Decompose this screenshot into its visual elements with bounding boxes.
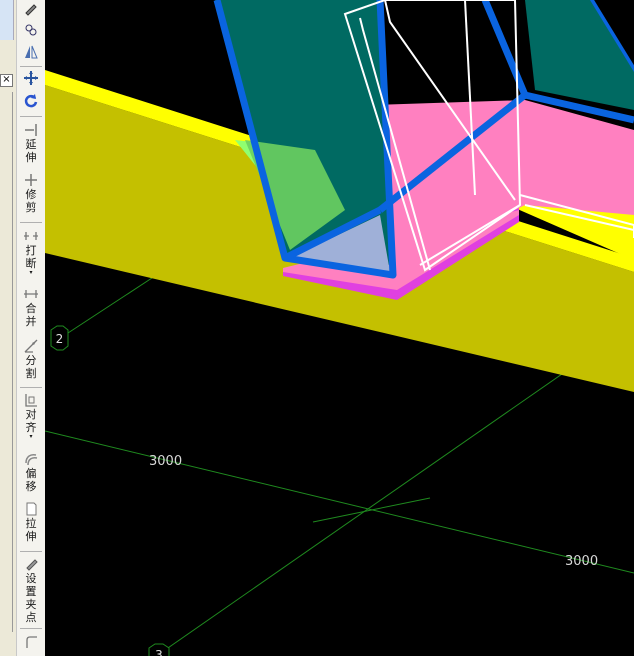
tool-label: 分割 (25, 354, 37, 380)
close-panel-button[interactable]: × (0, 74, 13, 87)
pencil-icon (25, 4, 37, 16)
tool-extend[interactable]: 延伸 (17, 122, 45, 164)
toolbar-separator (20, 66, 42, 67)
tool-label: 打断 (25, 244, 37, 270)
tool-split[interactable]: 分割 (17, 338, 45, 380)
panel-divider (12, 92, 13, 632)
axis-marker-3[interactable]: 3 (148, 643, 170, 656)
move-tool[interactable] (17, 70, 45, 86)
column-back-face (525, 0, 634, 110)
axis-marker-2[interactable]: 2 (50, 325, 69, 351)
grid-line (67, 275, 156, 334)
mirror-chain-tool[interactable] (17, 22, 45, 38)
tool-label: 拉伸 (25, 517, 37, 543)
break-icon (24, 232, 38, 240)
align-icon (25, 394, 37, 407)
toolbar-separator (20, 628, 42, 629)
tool-break[interactable]: 打断 ▾ (17, 228, 45, 276)
tool-label: 延伸 (25, 138, 37, 164)
submenu-arrow-icon: ▾ (29, 269, 33, 276)
dimension-label: 3000 (149, 454, 182, 469)
axis-label: 2 (56, 332, 64, 346)
left-panel-strip: × (0, 0, 16, 656)
tool-offset[interactable]: 偏移 (17, 451, 45, 493)
corner-icon (26, 636, 37, 648)
grid-line (45, 430, 634, 574)
modify-toolbar: 延伸 修剪 打断 ▾ 合并 分割 对齐 ▾ 偏移 拉伸 设置夹点 (16, 0, 46, 656)
grid-line (312, 497, 431, 523)
stretch-icon (26, 502, 37, 516)
tool-label: 对齐 (25, 408, 37, 434)
rotate-tool[interactable] (17, 93, 45, 109)
tool-stretch[interactable]: 拉伸 (17, 501, 45, 543)
panel-header-block (0, 0, 14, 40)
toolbar-separator (20, 222, 42, 223)
offset-icon (25, 454, 38, 466)
copy-tool[interactable] (17, 0, 45, 16)
chain-icon (25, 24, 37, 36)
tool-label: 合并 (25, 302, 37, 328)
merge-icon (24, 290, 38, 298)
toolbar-separator (20, 116, 42, 117)
set-grip-icon (26, 559, 38, 571)
trim-icon (25, 174, 37, 186)
cad-3d-viewport[interactable]: 2 3 3000 3000 (45, 0, 634, 656)
column-edge (481, 0, 529, 97)
mirror-tool[interactable] (17, 44, 45, 60)
mirror-icon (25, 45, 38, 59)
tool-label: 偏移 (25, 467, 37, 493)
split-icon (24, 339, 38, 353)
move-icon (24, 71, 38, 85)
tool-label: 设置夹点 (25, 572, 37, 624)
toolbar-separator (20, 387, 42, 388)
tool-label: 修剪 (25, 188, 37, 214)
submenu-arrow-icon: ▾ (29, 433, 33, 440)
extend-icon (25, 124, 37, 136)
tool-set-grip[interactable]: 设置夹点 (17, 556, 45, 624)
rotate-icon (24, 94, 38, 108)
axis-label: 3 (155, 648, 163, 656)
dimension-label: 3000 (565, 554, 598, 569)
model-canvas: 2 3 3000 3000 (45, 0, 634, 656)
tool-merge[interactable]: 合并 (17, 286, 45, 328)
toolbar-separator (20, 551, 42, 552)
grid-line (164, 364, 576, 651)
tool-align[interactable]: 对齐 ▾ (17, 392, 45, 440)
tool-trim[interactable]: 修剪 (17, 172, 45, 214)
tool-more[interactable] (17, 634, 45, 650)
